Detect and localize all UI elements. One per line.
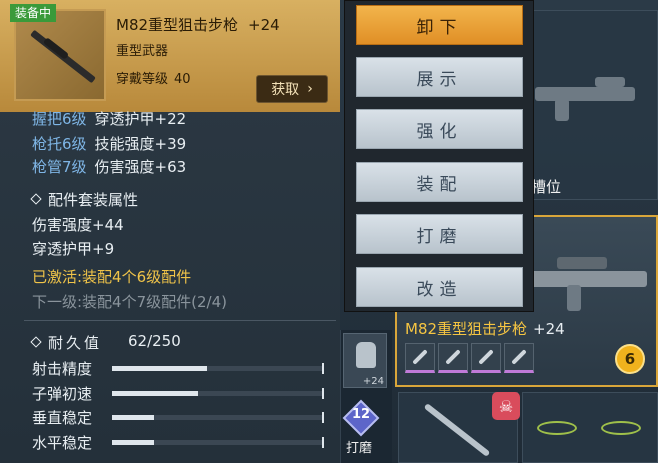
- durability-title: 耐久值: [30, 332, 102, 353]
- durability-value: 62/250: [128, 332, 181, 350]
- stat-bar-velocity: 子弹初速: [32, 383, 332, 403]
- part-stat-line: 握把6级 穿透护甲+22: [32, 110, 187, 128]
- part-stat-line: 枪托6级 技能强度+39: [32, 135, 187, 153]
- stat-bar-accuracy: 射击精度: [32, 358, 332, 378]
- inventory-card-drone[interactable]: [522, 392, 658, 463]
- diamond-icon: [30, 336, 42, 348]
- action-menu: 卸下 展示 强化 装配 打磨 改造: [344, 0, 534, 312]
- item-type: 重型武器: [116, 44, 169, 59]
- divider: [24, 320, 336, 321]
- display-button[interactable]: 展示: [356, 57, 523, 97]
- set-bonus-next: 下一级:装配4个7级配件(2/4): [32, 293, 227, 311]
- enhance-button[interactable]: 强化: [356, 109, 523, 149]
- glove-icon: [356, 342, 376, 368]
- slot-label: 槽位: [531, 178, 562, 196]
- stat-bar-horizontal: 水平稳定: [32, 432, 332, 452]
- attachment-slot[interactable]: [504, 343, 534, 373]
- unequip-button[interactable]: 卸下: [356, 5, 523, 45]
- attachment-slots: [405, 343, 534, 373]
- polish-button[interactable]: 打磨: [356, 214, 523, 254]
- inventory-card-top[interactable]: [520, 10, 658, 200]
- obtain-button[interactable]: 获取 ›: [256, 75, 328, 103]
- attachment-slot[interactable]: [405, 343, 435, 373]
- drone-icon: [537, 421, 577, 435]
- set-bonus-line: 穿透护甲+9: [32, 240, 115, 258]
- set-bonus-line: 伤害强度+44: [32, 216, 124, 234]
- part-stat-line: 枪管7级 伤害强度+63: [32, 158, 187, 176]
- attachment-slot[interactable]: [438, 343, 468, 373]
- diamond-icon: [30, 193, 42, 205]
- item-header: 装备中 M82重型狙击步枪 +24 重型武器 穿戴等级 40 获取 ›: [0, 0, 340, 112]
- modify-button[interactable]: 改造: [356, 267, 523, 307]
- polish-label[interactable]: 打磨: [346, 437, 372, 456]
- polish-count: 12: [351, 407, 371, 422]
- attachment-slot[interactable]: [471, 343, 501, 373]
- set-bonus-active: 已激活:装配4个6级配件: [32, 268, 192, 286]
- glove-slot[interactable]: +24: [343, 333, 387, 388]
- knife-icon: [423, 403, 491, 457]
- selected-weapon-name: M82重型狙击步枪 +24: [405, 320, 565, 338]
- item-thumbnail: [14, 9, 106, 101]
- level-badge: 6: [615, 344, 645, 374]
- item-name: M82重型狙击步枪 +24: [116, 16, 280, 34]
- equipped-badge: 装备中: [10, 4, 57, 22]
- chevron-right-icon: ›: [307, 81, 313, 97]
- skull-icon: ☠: [492, 392, 520, 420]
- stat-bar-vertical: 垂直稳定: [32, 407, 332, 427]
- item-level: 穿戴等级 40: [116, 72, 191, 87]
- assemble-button[interactable]: 装配: [356, 162, 523, 202]
- set-bonus-title: 配件套装属性: [30, 189, 138, 210]
